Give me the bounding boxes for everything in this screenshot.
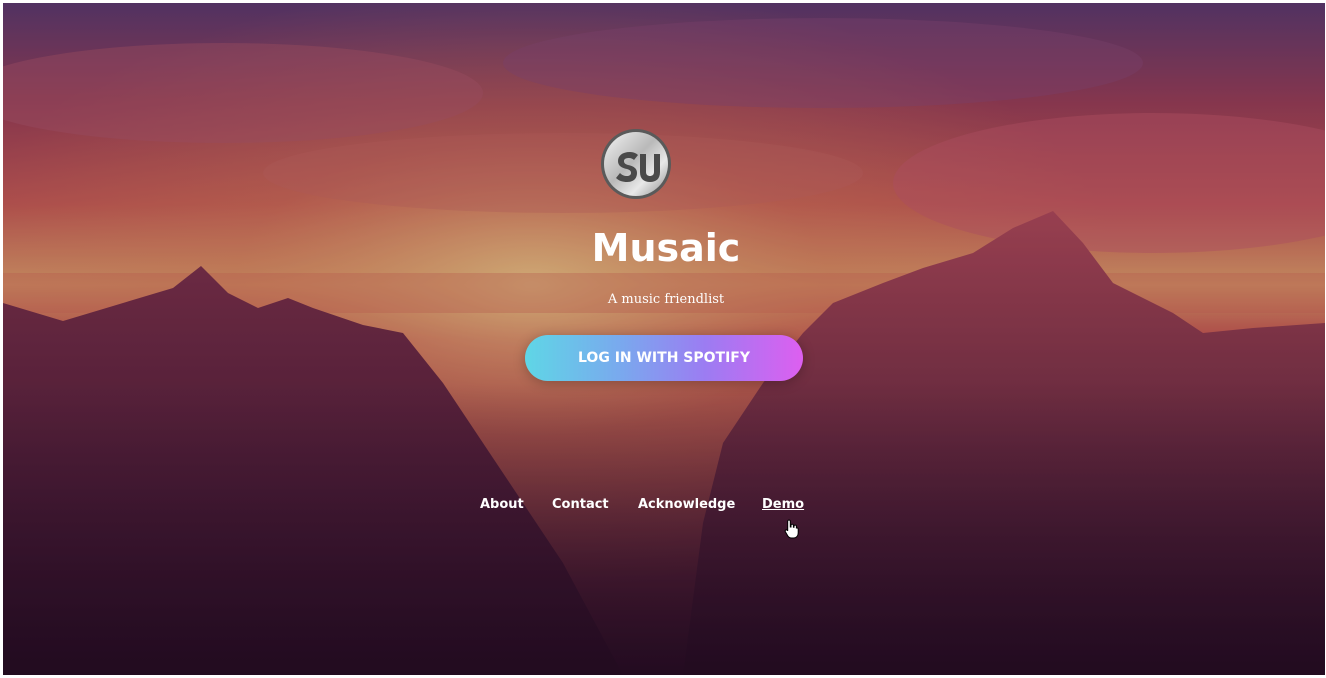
- app-tagline: A music friendlist: [607, 292, 725, 307]
- hand-pointer-icon: [784, 519, 800, 539]
- nav-link-demo[interactable]: Demo: [762, 493, 804, 517]
- landing-page: Musaic A music friendlist LOG IN WITH SP…: [0, 0, 1326, 678]
- nav-link-about[interactable]: About: [480, 493, 524, 517]
- footer-nav: About Contact Acknowledge Demo: [466, 493, 866, 517]
- hero-section: Musaic A music friendlist LOG IN WITH SP…: [3, 3, 1325, 675]
- stumbleupon-logo-icon: [600, 128, 672, 200]
- app-title: Musaic: [591, 226, 741, 270]
- nav-link-acknowledge[interactable]: Acknowledge: [638, 493, 735, 517]
- login-with-spotify-button[interactable]: LOG IN WITH SPOTIFY: [525, 335, 803, 381]
- nav-link-contact[interactable]: Contact: [552, 493, 609, 517]
